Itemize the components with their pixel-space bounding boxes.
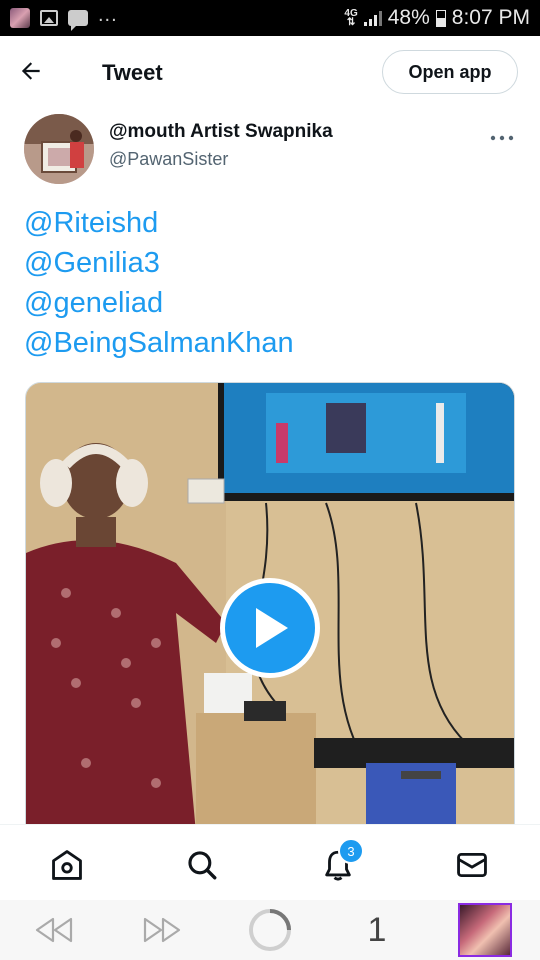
notification-badge: 3 (338, 838, 364, 864)
battery-icon (435, 9, 446, 27)
bottom-navigation: 3 (0, 824, 540, 901)
play-button[interactable] (220, 578, 320, 678)
profile-thumbnail[interactable] (458, 903, 512, 957)
tweet-text: @Riteishd @Genilia3 @geneliad @BeingSalm… (24, 203, 294, 363)
back-arrow-icon (21, 62, 40, 80)
open-app-button[interactable]: Open app (382, 50, 518, 94)
loading-spinner-icon (249, 909, 291, 951)
play-icon (256, 608, 288, 648)
mention-link[interactable]: @Genilia3 (24, 243, 294, 283)
image-notification-icon (40, 10, 58, 26)
network-type: 4G ⇅ (344, 8, 358, 28)
chat-notification-icon (68, 10, 88, 31)
rewind-icon (35, 917, 73, 943)
fast-forward-button[interactable] (140, 908, 184, 952)
more-dots-icon (490, 135, 514, 141)
search-icon (188, 851, 217, 880)
mention-link[interactable]: @BeingSalmanKhan (24, 323, 294, 363)
home-icon (52, 850, 82, 880)
mention-link[interactable]: @Riteishd (24, 203, 294, 243)
tab-count-button[interactable]: 1 (360, 908, 394, 952)
author-handle[interactable]: @PawanSister (109, 149, 228, 170)
nav-search[interactable] (182, 845, 222, 885)
nav-home[interactable] (47, 845, 87, 885)
notification-avatar-icon (10, 8, 30, 28)
mention-link[interactable]: @geneliad (24, 283, 294, 323)
more-notifications-indicator: ... (98, 3, 118, 26)
nav-messages[interactable] (452, 845, 492, 885)
clock: 8:07 PM (451, 6, 530, 29)
mail-icon (457, 852, 487, 878)
tab-count: 1 (367, 910, 387, 949)
page-title: Tweet (102, 60, 163, 85)
battery-percent: 48% (387, 6, 430, 29)
author-name[interactable]: @mouth Artist Swapnika (109, 121, 333, 143)
signal-icon (363, 10, 382, 26)
more-options-button[interactable] (490, 122, 514, 148)
back-button[interactable] (18, 58, 58, 92)
author-avatar[interactable] (24, 114, 94, 184)
reload-button[interactable] (246, 908, 294, 952)
tweet-header: Tweet Open app (0, 36, 540, 114)
browser-toolbar: 1 (0, 900, 540, 960)
status-bar: ... 4G ⇅ 48% 8:07 PM (0, 0, 540, 36)
fast-forward-icon (143, 917, 181, 943)
rewind-button[interactable] (32, 908, 76, 952)
